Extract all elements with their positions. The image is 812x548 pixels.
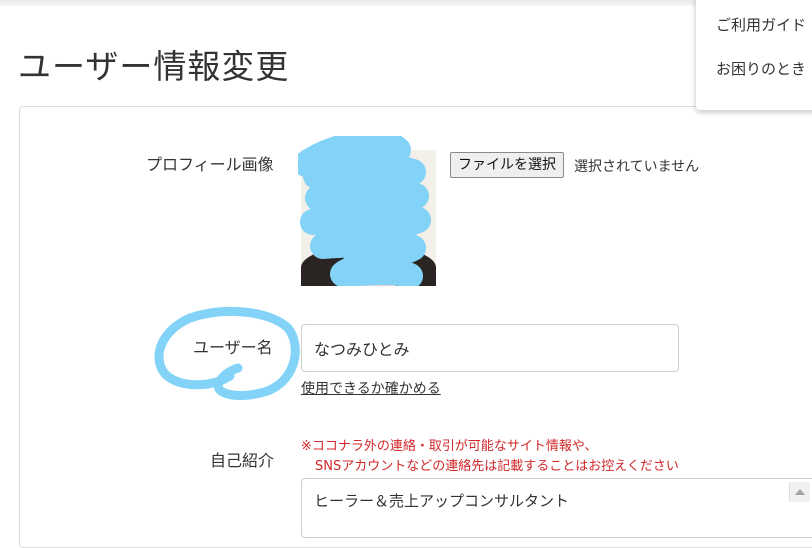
menu-item-guide[interactable]: ご利用ガイド <box>716 14 806 35</box>
username-input[interactable] <box>301 324 679 372</box>
bio-textarea[interactable]: ヒーラー＆売上アップコンサルタント <box>301 478 812 538</box>
textarea-scroll-up[interactable] <box>789 482 810 502</box>
menu-item-help[interactable]: お困りのとき <box>716 58 806 79</box>
top-bar <box>0 0 812 6</box>
bio-notice-line2: SNSアカウントなどの連絡先は記載することはお控えください <box>315 459 679 474</box>
choose-file-button[interactable]: ファイルを選択 <box>450 152 564 178</box>
bio-notice-line1: ※ココナラ外の連絡・取引が可能なサイト情報や、 <box>301 439 598 454</box>
bio-label: 自己紹介 <box>210 451 275 470</box>
scroll-up-icon <box>795 489 805 495</box>
page-title: ユーザー情報変更 <box>18 47 290 86</box>
check-availability-link[interactable]: 使用できるか確かめる <box>301 378 441 398</box>
annotation-circle <box>154 306 300 400</box>
profile-image-label: プロフィール画像 <box>146 155 274 174</box>
redaction-scribble <box>298 136 431 286</box>
user-dropdown-menu: ご利用ガイド お困りのとき <box>696 0 812 110</box>
bio-notice: ※ココナラ外の連絡・取引が可能なサイト情報や、 SNSアカウントなどの連絡先は記… <box>301 437 679 477</box>
file-status-text: 選択されていません <box>574 159 700 175</box>
